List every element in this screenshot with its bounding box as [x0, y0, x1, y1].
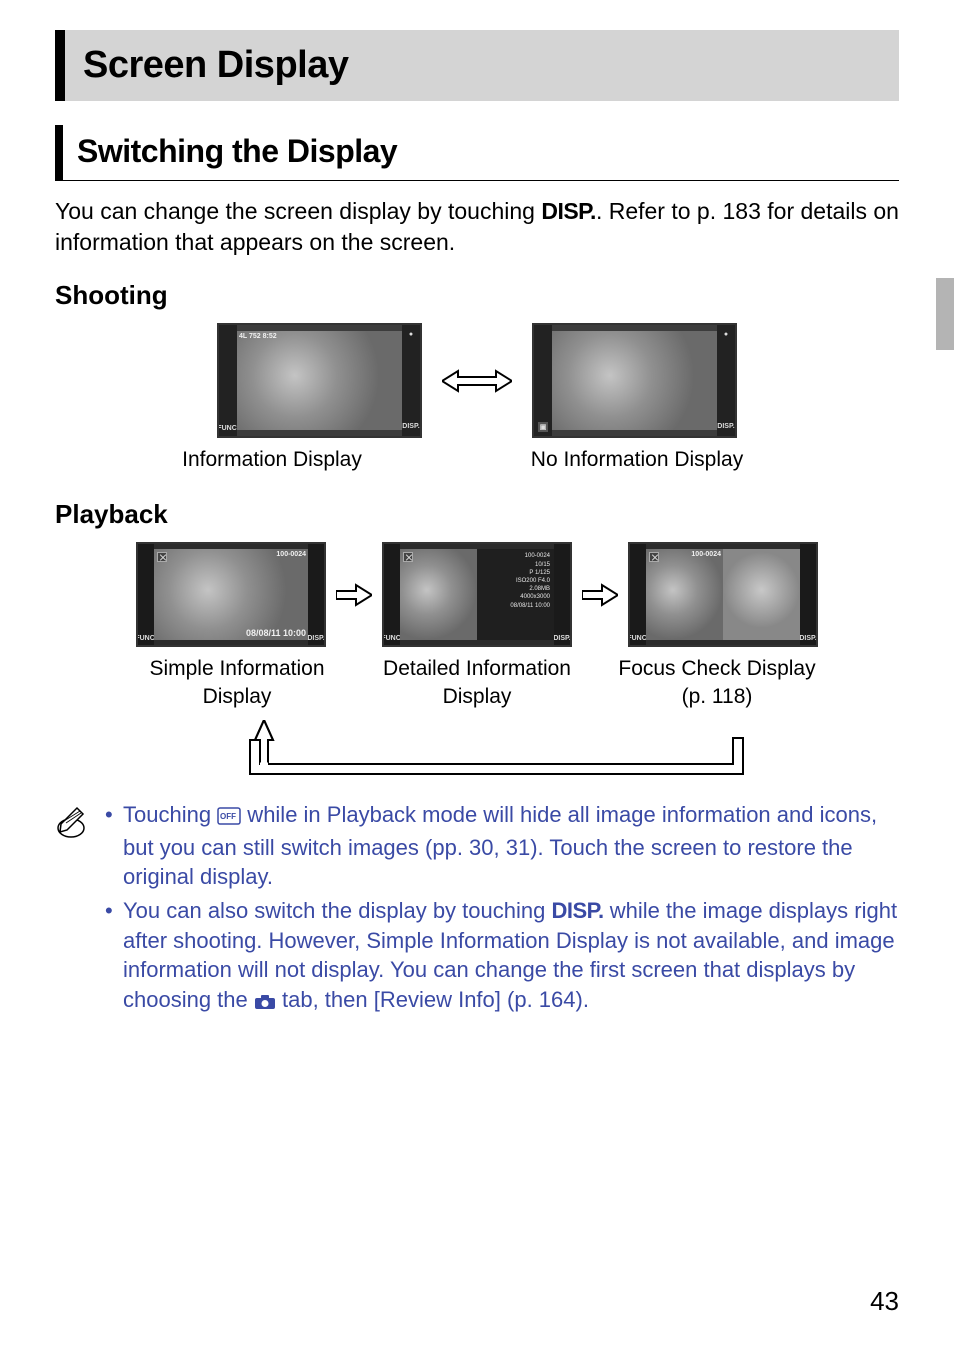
close-x-icon: [649, 552, 659, 562]
detail-size: 2.08MB: [481, 586, 550, 593]
note2-part3: tab, then [Review Info] (p. 164).: [276, 987, 589, 1012]
hide-info-icon: OFF: [217, 803, 241, 833]
right-strip: DISP.: [308, 544, 324, 645]
disp-label-strip: DISP.: [402, 423, 419, 430]
left-strip: FUNC.: [384, 544, 400, 645]
note-pencil-icon: [55, 800, 87, 845]
photo-placeholder: 100-0024 08/08/11 10:00: [154, 549, 308, 640]
detail-folder: 100-0024: [481, 553, 550, 560]
photo-placeholder-half: 100-0024: [646, 549, 723, 640]
caption-noinfo-display: No Information Display: [487, 446, 787, 473]
status-dot: ●: [724, 331, 728, 338]
disp-label-strip: DISP.: [717, 423, 734, 430]
page-title-section: Screen Display: [55, 30, 899, 101]
focus-zoom-panel: [723, 549, 800, 640]
detail-iso: ISO200 F4.0: [481, 578, 550, 585]
right-strip: DISP.: [554, 544, 570, 645]
func-label: FUNC.: [217, 425, 238, 432]
display-inner: 100-0024 08/08/11 10:00: [154, 549, 308, 640]
overlay-folder: 100-0024: [276, 551, 306, 558]
page-title: Screen Display: [83, 44, 881, 87]
caption-spacer: [397, 446, 467, 473]
intro-paragraph: You can change the screen display by tou…: [55, 196, 899, 258]
photo-placeholder: [552, 331, 717, 430]
close-x-icon: [157, 552, 167, 562]
display-inner: 100-0024: [646, 549, 800, 640]
overlay-top: 4L 752 8:52: [239, 333, 277, 340]
note-list: Touching OFF while in Playback mode will…: [105, 800, 899, 1022]
photo-placeholder: 4L 752 8:52: [237, 331, 402, 430]
shooting-heading: Shooting: [55, 280, 899, 311]
left-strip: FUNC.: [138, 544, 154, 645]
arrow-right-1: [336, 583, 372, 607]
status-dot: ●: [409, 331, 413, 338]
display-inner: [552, 331, 717, 430]
detail-dt: 08/08/11 10:00: [481, 603, 550, 610]
caption-info-display: Information Display: [167, 446, 377, 473]
detail-shutter: P 1/125: [481, 570, 550, 577]
display-inner: 100-0024 10/15 P 1/125 ISO200 F4.0 2.08M…: [400, 549, 554, 640]
disp-label-note: DISP.: [551, 898, 603, 923]
overlay-folder: 100-0024: [691, 551, 721, 558]
detail-info-panel: 100-0024 10/15 P 1/125 ISO200 F4.0 2.08M…: [477, 549, 554, 640]
note-item-2: You can also switch the display by touch…: [105, 896, 899, 1018]
left-strip: FUNC.: [630, 544, 646, 645]
right-strip: ● DISP.: [402, 325, 420, 436]
playback-display-row: FUNC. DISP. 100-0024 08/08/11 10:00 FUNC…: [55, 542, 899, 647]
note-item-1: Touching OFF while in Playback mode will…: [105, 800, 899, 892]
disp-label-strip: DISP.: [799, 635, 816, 642]
playback-caption-row: Simple Information Display Detailed Info…: [55, 655, 899, 710]
arrow-right-2: [582, 583, 618, 607]
note-block: Touching OFF while in Playback mode will…: [55, 800, 899, 1022]
caption-detailed-info: Detailed Information Display: [377, 655, 577, 710]
playback-detailed-box: FUNC. DISP. 100-0024 10/15 P 1/125 ISO20…: [382, 542, 572, 647]
playback-heading: Playback: [55, 499, 899, 530]
photo-placeholder-half: [400, 549, 477, 640]
display-inner: 4L 752 8:52: [237, 331, 402, 430]
camera-icon: [254, 988, 276, 1018]
subsection-heading: Switching the Display: [77, 133, 887, 170]
disp-label-strip: DISP.: [553, 635, 570, 642]
right-strip: ● DISP.: [717, 325, 735, 436]
note2-part1: You can also switch the display by touch…: [123, 898, 551, 923]
close-x-icon: [403, 552, 413, 562]
overlay-date: 08/08/11 10:00: [246, 628, 306, 638]
svg-text:OFF: OFF: [220, 812, 236, 821]
detail-res: 4000x3000: [481, 594, 550, 601]
shooting-noinfo-display-box: ▣ ● DISP.: [532, 323, 737, 438]
disp-label-strip: DISP.: [307, 635, 324, 642]
side-tab: [936, 278, 954, 350]
playback-simple-box: FUNC. DISP. 100-0024 08/08/11 10:00: [136, 542, 326, 647]
left-strip: FUNC.: [219, 325, 237, 436]
subsection-heading-block: Switching the Display: [55, 125, 899, 181]
shooting-caption-row: Information Display No Information Displ…: [55, 446, 899, 473]
person-icon: ▣: [538, 422, 549, 432]
bidirectional-arrow: [442, 367, 512, 395]
shooting-info-display-box: FUNC. ● DISP. 4L 752 8:52: [217, 323, 422, 438]
right-strip: DISP.: [800, 544, 816, 645]
page-number: 43: [870, 1286, 899, 1317]
left-strip: ▣: [534, 325, 552, 436]
caption-simple-info: Simple Information Display: [137, 655, 337, 710]
disp-label: DISP.: [541, 198, 596, 224]
caption-focus-check: Focus Check Display (p. 118): [617, 655, 817, 710]
detail-count: 10/15: [481, 562, 550, 569]
note1-part1: Touching: [123, 802, 217, 827]
loopback-arrow: [55, 720, 899, 776]
shooting-display-row: FUNC. ● DISP. 4L 752 8:52 ▣ ● DISP.: [55, 323, 899, 438]
intro-part1: You can change the screen display by tou…: [55, 198, 541, 224]
playback-focus-box: FUNC. DISP. 100-0024: [628, 542, 818, 647]
